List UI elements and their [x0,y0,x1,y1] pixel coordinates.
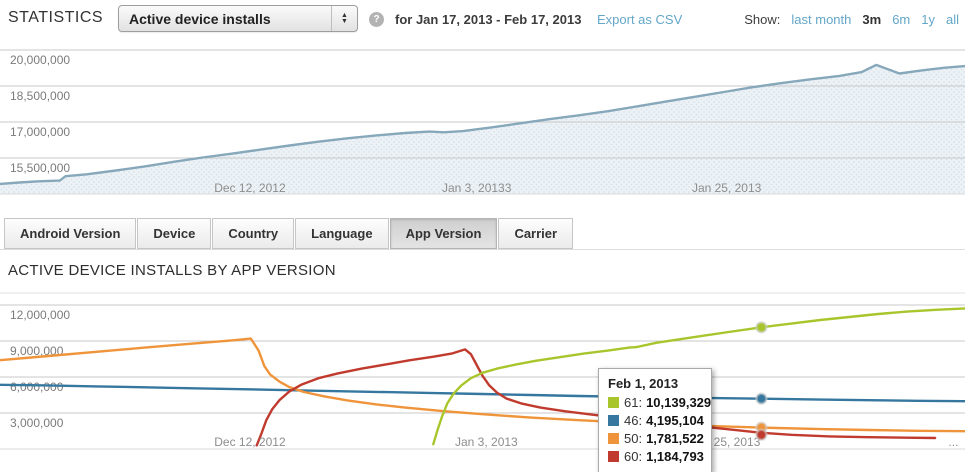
x-axis-label: Dec 12, 2012 [214,435,286,449]
app-version-chart[interactable]: 12,000,0009,000,0006,000,0003,000,000Dec… [0,290,965,472]
tab-device[interactable]: Device [137,218,212,249]
tooltip-date: Feb 1, 2013 [608,376,679,391]
y-axis-label: 12,000,000 [10,308,70,322]
range-all[interactable]: all [946,12,959,27]
hover-marker-60 [755,428,768,442]
y-axis-label: 20,000,000 [10,53,70,67]
x-axis-label: Jan 3, 2013 [455,435,518,449]
y-axis-label: 6,000,000 [10,380,64,394]
series-61-swatch [608,397,619,408]
tooltip-series-label: 61: [624,395,643,410]
tooltip-row: 46: 4,195,104 [608,413,704,428]
hover-marker-46 [755,392,768,405]
metric-dropdown[interactable]: Active device installs ▲ ▼ [118,5,358,32]
hover-marker-61 [755,321,768,334]
y-axis-label: 3,000,000 [10,416,64,430]
series-line-50 [0,337,965,433]
y-axis-label: 17,000,000 [10,125,70,139]
help-icon[interactable]: ? [369,12,384,27]
tooltip-series-value: 4,195,104 [646,413,704,428]
range-selector: Show: last month 3m 6m 1y all [744,12,959,27]
chart-tooltip: Feb 1, 2013 61: 10,139,329 46: 4,195,104… [598,368,712,472]
tooltip-series-value: 10,139,329 [646,395,712,410]
range-3m[interactable]: 3m [862,12,881,27]
x-axis-label: Jan 3, 20133 [442,181,512,195]
statistics-page: STATISTICS Active device installs ▲ ▼ ? f… [0,0,965,472]
tab-country[interactable]: Country [212,218,295,249]
range-last-month[interactable]: last month [791,12,851,27]
tooltip-row: 60: 1,184,793 [608,449,704,464]
tab-language[interactable]: Language [295,218,389,249]
x-axis-label: Dec 12, 2012 [214,181,286,195]
tooltip-row: 50: 1,781,522 [608,431,704,446]
x-axis-label: ... [948,435,958,449]
y-axis-label: 18,500,000 [10,89,70,103]
section-title: ACTIVE DEVICE INSTALLS BY APP VERSION [8,262,336,279]
tab-android-version[interactable]: Android Version [4,218,137,249]
tooltip-series-label: 46: [624,413,643,428]
export-csv-link[interactable]: Export as CSV [597,12,682,27]
tooltip-series-label: 60: [624,449,643,464]
x-axis-label: Jan 25, 2013 [692,181,762,195]
series-60-swatch [608,451,619,462]
show-label: Show: [744,12,781,27]
tab-app-version[interactable]: App Version [389,218,498,249]
range-6m[interactable]: 6m [892,12,910,27]
tooltip-series-label: 50: [624,431,643,446]
y-axis-label: 15,500,000 [10,161,70,175]
date-range-label: for Jan 17, 2013 - Feb 17, 2013 [395,12,582,27]
metric-dropdown-value: Active device installs [129,10,271,27]
dimension-tabs: Android Version Device Country Language … [0,212,965,250]
range-1y[interactable]: 1y [921,12,935,27]
series-50-swatch [608,433,619,444]
dropdown-arrows-icon: ▲ ▼ [331,6,357,31]
total-installs-chart[interactable]: 20,000,000 18,500,000 17,000,000 15,500,000… [0,38,965,210]
tab-carrier[interactable]: Carrier [498,218,574,249]
tooltip-row: 61: 10,139,329 [608,395,711,410]
page-title: STATISTICS [8,9,104,26]
series-46-swatch [608,415,619,426]
series-line-46 [0,383,965,403]
tooltip-series-value: 1,184,793 [646,449,704,464]
tooltip-series-value: 1,781,522 [646,431,704,446]
